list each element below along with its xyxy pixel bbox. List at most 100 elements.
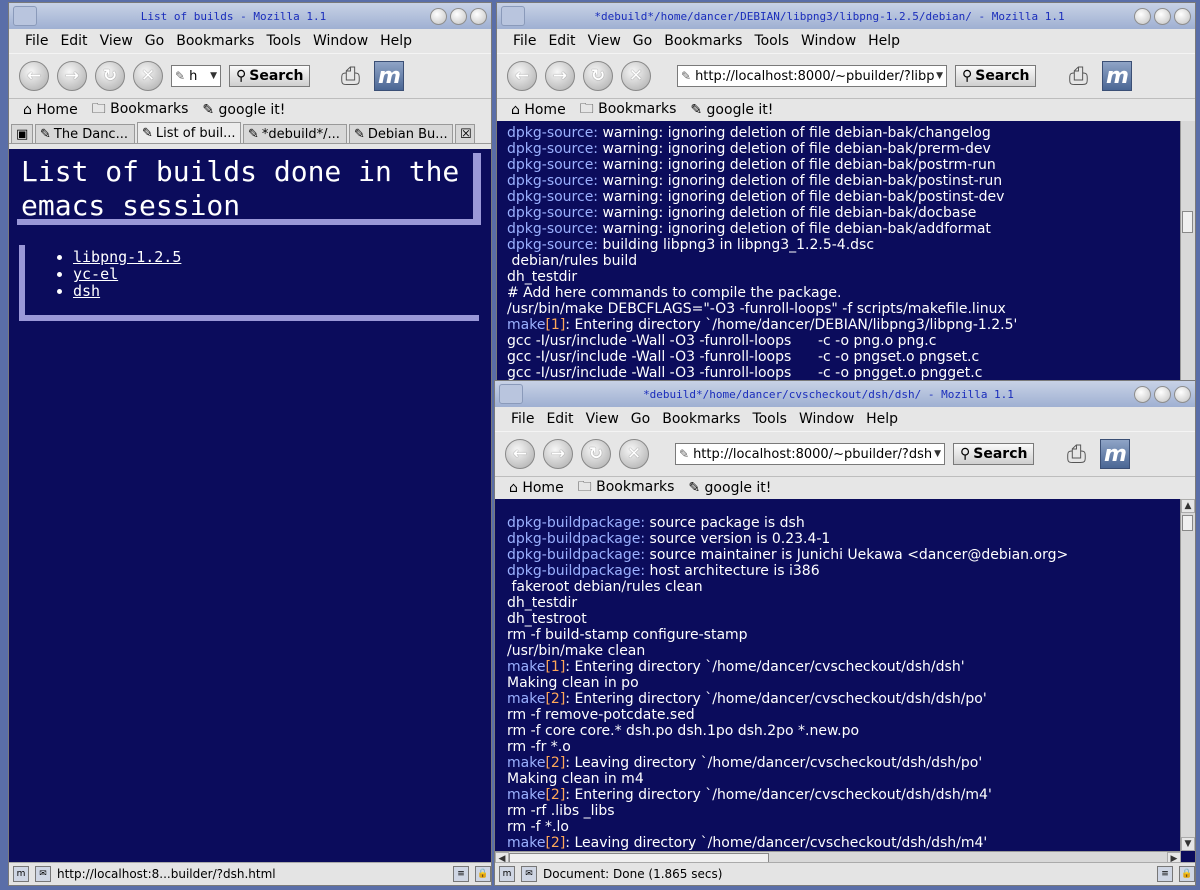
menu-file[interactable]: File: [511, 33, 538, 49]
menu-window[interactable]: Window: [311, 33, 370, 49]
online-icon[interactable]: ≡: [453, 866, 469, 882]
minimize-icon[interactable]: [1134, 385, 1151, 403]
menu-view[interactable]: View: [98, 33, 135, 49]
list-item[interactable]: libpng-1.2.5: [73, 249, 479, 266]
print-icon[interactable]: ⎙: [1062, 62, 1094, 90]
chevron-down-icon[interactable]: ▼: [934, 449, 941, 459]
window-menu-icon[interactable]: [499, 384, 523, 404]
minimize-icon[interactable]: [1134, 7, 1151, 25]
menu-help[interactable]: Help: [866, 33, 902, 49]
tab-the-dancer[interactable]: ✎ The Danc...: [35, 124, 135, 143]
top-titlebar[interactable]: *debuild*/home/dancer/DEBIAN/libpng3/lib…: [497, 3, 1195, 29]
bookmarks-link[interactable]: 🗀 Bookmarks: [580, 98, 677, 122]
new-tab-icon[interactable]: ▣: [11, 124, 33, 143]
google-link[interactable]: ✎ google it!: [690, 102, 773, 118]
reload-icon[interactable]: ↻: [95, 61, 125, 91]
bookmarks-link[interactable]: 🗀 Bookmarks: [578, 476, 675, 500]
home-link[interactable]: ⌂ Home: [23, 102, 78, 118]
tab-debian-builds[interactable]: ✎ Debian Bu...: [349, 124, 453, 143]
menu-go[interactable]: Go: [631, 33, 654, 49]
component-icon[interactable]: ✉: [35, 866, 51, 882]
url-input[interactable]: ✎ h ▼: [171, 65, 221, 87]
home-link[interactable]: ⌂ Home: [511, 102, 566, 118]
print-icon[interactable]: ⎙: [1060, 440, 1092, 468]
menu-tools[interactable]: Tools: [752, 33, 791, 49]
left-titlebar[interactable]: List of builds - Mozilla 1.1: [9, 3, 491, 29]
url-input[interactable]: ✎http://localhost:8000/~pbuilder/?dsh.ht…: [675, 443, 945, 465]
build-link[interactable]: yc-el: [73, 265, 118, 283]
mozilla-status-icon[interactable]: m: [499, 866, 515, 882]
mozilla-logo-icon[interactable]: m: [374, 61, 405, 91]
scroll-down-icon[interactable]: ▼: [1181, 837, 1195, 851]
menu-file[interactable]: File: [23, 33, 50, 49]
stop-icon[interactable]: ✕: [133, 61, 163, 91]
reload-icon[interactable]: ↻: [581, 439, 611, 469]
menu-view[interactable]: View: [584, 411, 621, 427]
component-icon[interactable]: ✉: [521, 866, 537, 882]
menu-help[interactable]: Help: [378, 33, 414, 49]
mozilla-status-icon[interactable]: m: [13, 866, 29, 882]
window-menu-icon[interactable]: [501, 6, 525, 26]
minimize-icon[interactable]: [430, 7, 447, 25]
chevron-down-icon[interactable]: ▼: [210, 71, 217, 81]
mozilla-logo-icon[interactable]: m: [1102, 61, 1133, 91]
build-link[interactable]: dsh: [73, 282, 100, 300]
close-icon[interactable]: [1174, 7, 1191, 25]
menu-view[interactable]: View: [586, 33, 623, 49]
menu-edit[interactable]: Edit: [546, 33, 577, 49]
window-menu-icon[interactable]: [13, 6, 37, 26]
home-link[interactable]: ⌂ Home: [509, 480, 564, 496]
menu-bookmarks[interactable]: Bookmarks: [174, 33, 256, 49]
menu-tools[interactable]: Tools: [750, 411, 789, 427]
menu-help[interactable]: Help: [864, 411, 900, 427]
menu-go[interactable]: Go: [143, 33, 166, 49]
print-icon[interactable]: ⎙: [334, 62, 366, 90]
google-link[interactable]: ✎ google it!: [688, 480, 771, 496]
mozilla-logo-icon[interactable]: m: [1100, 439, 1131, 469]
google-link[interactable]: ✎ google it!: [202, 102, 285, 118]
menu-go[interactable]: Go: [629, 411, 652, 427]
stop-icon[interactable]: ✕: [619, 439, 649, 469]
forward-arrow-icon[interactable]: →: [543, 439, 573, 469]
url-input[interactable]: ✎ http://localhost:8000/~pbuilder/?libpng…: [677, 65, 947, 87]
menu-bookmarks[interactable]: Bookmarks: [662, 33, 744, 49]
search-button[interactable]: ⚲ Search: [229, 65, 311, 87]
build-link[interactable]: libpng-1.2.5: [73, 248, 181, 266]
navigation-toolbar: ← → ↻ ✕ ✎ http://localhost:8000/~pbuilder…: [497, 53, 1195, 99]
back-arrow-icon[interactable]: ←: [507, 61, 537, 91]
menu-edit[interactable]: Edit: [58, 33, 89, 49]
search-button[interactable]: ⚲ Search: [953, 443, 1035, 465]
menu-file[interactable]: File: [509, 411, 536, 427]
online-icon[interactable]: ≡: [1157, 866, 1173, 882]
search-button[interactable]: ⚲ Search: [955, 65, 1037, 87]
menu-bookmarks[interactable]: Bookmarks: [660, 411, 742, 427]
scroll-up-icon[interactable]: ▲: [1181, 499, 1195, 513]
tab-debuild[interactable]: ✎ *debuild*/...: [243, 124, 347, 143]
menu-window[interactable]: Window: [799, 33, 858, 49]
close-tab-icon[interactable]: ☒: [455, 124, 475, 143]
scroll-thumb[interactable]: [1182, 515, 1193, 531]
close-icon[interactable]: [470, 7, 487, 25]
stop-icon[interactable]: ✕: [621, 61, 651, 91]
vertical-scrollbar[interactable]: [1180, 121, 1195, 385]
menu-tools[interactable]: Tools: [264, 33, 303, 49]
back-arrow-icon[interactable]: ←: [19, 61, 49, 91]
bottom-titlebar[interactable]: *debuild*/home/dancer/cvscheckout/dsh/ds…: [495, 381, 1195, 407]
list-item[interactable]: dsh: [73, 283, 479, 300]
back-arrow-icon[interactable]: ←: [505, 439, 535, 469]
vertical-scrollbar[interactable]: ▲ ▼: [1180, 499, 1195, 851]
close-icon[interactable]: [1174, 385, 1191, 403]
tab-list-of-builds[interactable]: ✎ List of buil...: [137, 122, 241, 143]
menu-window[interactable]: Window: [797, 411, 856, 427]
forward-arrow-icon[interactable]: →: [57, 61, 87, 91]
reload-icon[interactable]: ↻: [583, 61, 613, 91]
scroll-thumb[interactable]: [1182, 211, 1193, 233]
maximize-icon[interactable]: [1154, 7, 1171, 25]
forward-arrow-icon[interactable]: →: [545, 61, 575, 91]
maximize-icon[interactable]: [1154, 385, 1171, 403]
maximize-icon[interactable]: [450, 7, 467, 25]
menu-edit[interactable]: Edit: [544, 411, 575, 427]
list-item[interactable]: yc-el: [73, 266, 479, 283]
bookmarks-link[interactable]: 🗀 Bookmarks: [92, 98, 189, 122]
chevron-down-icon[interactable]: ▼: [936, 71, 943, 81]
